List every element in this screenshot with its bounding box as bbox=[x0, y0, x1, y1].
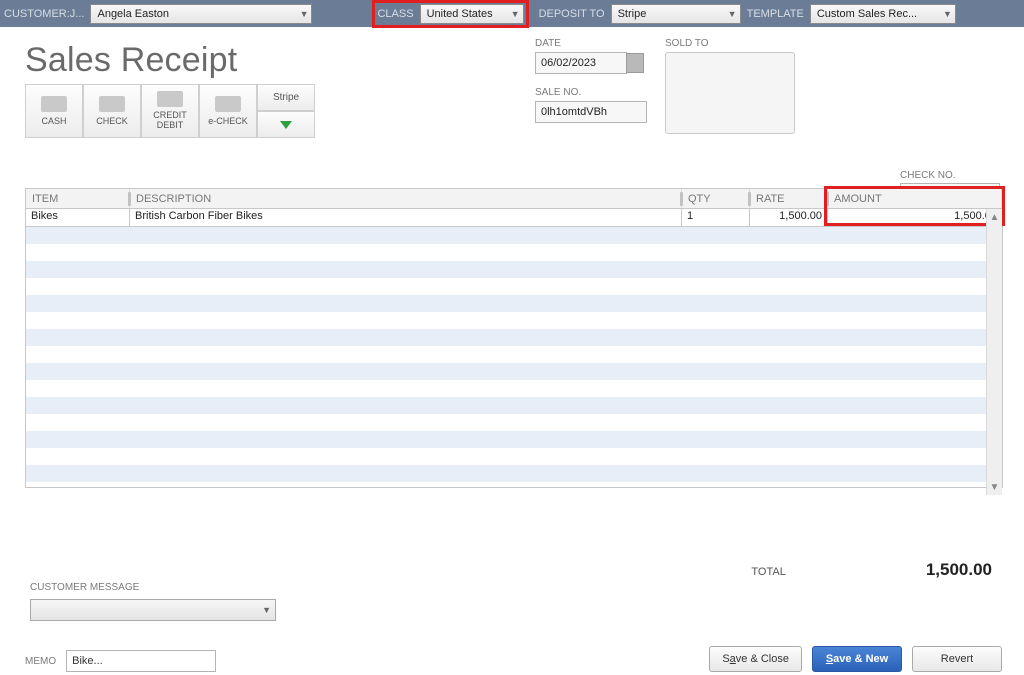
table-row[interactable]: Bikes British Carbon Fiber Bikes 1 1,500… bbox=[26, 209, 1002, 227]
cell-rate: 1,500.00 bbox=[750, 209, 828, 226]
customer-message-label: CUSTOMER MESSAGE bbox=[30, 582, 276, 593]
pay-stripe-label: Stripe bbox=[273, 92, 299, 103]
pay-cash-button[interactable]: CASH bbox=[25, 84, 83, 138]
revert-button[interactable]: Revert bbox=[912, 646, 1002, 672]
chevron-down-icon: ▼ bbox=[300, 9, 309, 19]
scroll-up-icon[interactable]: ▲ bbox=[987, 209, 1002, 225]
echeck-icon bbox=[215, 96, 241, 112]
pay-credit-button[interactable]: CREDIT DEBIT bbox=[141, 84, 199, 138]
page-title: Sales Receipt bbox=[25, 41, 1004, 80]
saleno-label: SALE NO. bbox=[535, 87, 647, 98]
table-row[interactable] bbox=[26, 346, 1002, 363]
table-row[interactable] bbox=[26, 414, 1002, 431]
chevron-down-icon: ▼ bbox=[262, 605, 271, 615]
table-row[interactable] bbox=[26, 397, 1002, 414]
class-value: United States bbox=[427, 8, 493, 20]
memo-label: MEMO bbox=[25, 656, 56, 667]
table-row[interactable] bbox=[26, 329, 1002, 346]
cell-qty: 1 bbox=[682, 209, 750, 226]
deposit-select[interactable]: Stripe ▼ bbox=[611, 4, 741, 24]
table-row[interactable] bbox=[26, 278, 1002, 295]
table-row[interactable] bbox=[26, 261, 1002, 278]
template-label: TEMPLATE bbox=[747, 8, 804, 20]
customer-label: CUSTOMER:J... bbox=[4, 8, 84, 20]
calendar-icon[interactable] bbox=[626, 53, 644, 73]
triangle-down-icon bbox=[280, 121, 292, 129]
class-highlight: CLASS United States ▼ bbox=[372, 0, 528, 28]
pay-check-button[interactable]: CHECK bbox=[83, 84, 141, 138]
scroll-down-icon[interactable]: ▼ bbox=[987, 479, 1002, 495]
cell-item: Bikes bbox=[26, 209, 130, 226]
memo-value: Bike... bbox=[72, 655, 103, 667]
check-icon bbox=[99, 96, 125, 112]
totals: TOTAL 1,500.00 bbox=[751, 560, 992, 580]
grid-scrollbar[interactable]: ▲ ▼ bbox=[986, 209, 1002, 495]
pay-credit-label: CREDIT DEBIT bbox=[142, 111, 198, 131]
credit-card-icon bbox=[157, 91, 183, 107]
top-toolbar: CUSTOMER:J... Angela Easton ▼ CLASS Unit… bbox=[0, 0, 1024, 27]
table-row[interactable] bbox=[26, 295, 1002, 312]
grid-body[interactable]: Bikes British Carbon Fiber Bikes 1 1,500… bbox=[26, 209, 1002, 487]
table-row[interactable] bbox=[26, 448, 1002, 465]
cash-icon bbox=[41, 96, 67, 112]
cell-desc: British Carbon Fiber Bikes bbox=[130, 209, 682, 226]
save-close-button[interactable]: Save & Close bbox=[709, 646, 802, 672]
template-select[interactable]: Custom Sales Rec... ▼ bbox=[810, 4, 956, 24]
line-item-grid: ITEM DESCRIPTION QTY RATE AMOUNT Bikes B… bbox=[25, 188, 1003, 488]
class-label: CLASS bbox=[377, 8, 413, 20]
table-row[interactable] bbox=[26, 431, 1002, 448]
deposit-value: Stripe bbox=[618, 8, 647, 20]
total-label: TOTAL bbox=[751, 566, 785, 578]
saleno-value: 0lh1omtdVBh bbox=[541, 106, 607, 118]
soldto-label: SOLD TO bbox=[665, 38, 795, 49]
grid-header: ITEM DESCRIPTION QTY RATE AMOUNT bbox=[26, 189, 1002, 209]
table-row[interactable] bbox=[26, 312, 1002, 329]
chevron-down-icon: ▼ bbox=[943, 9, 952, 19]
memo-input[interactable]: Bike... bbox=[66, 650, 216, 672]
pay-check-label: CHECK bbox=[96, 116, 128, 126]
saleno-input[interactable]: 0lh1omtdVBh bbox=[535, 101, 647, 123]
soldto-box[interactable] bbox=[665, 52, 795, 134]
col-amount[interactable]: AMOUNT bbox=[828, 189, 1002, 208]
date-input[interactable]: 06/02/2023 bbox=[535, 52, 647, 74]
customer-select[interactable]: Angela Easton ▼ bbox=[90, 4, 312, 24]
deposit-label: DEPOSIT TO bbox=[539, 8, 605, 20]
customer-message-select[interactable]: ▼ bbox=[30, 599, 276, 621]
date-value: 06/02/2023 bbox=[541, 57, 596, 69]
pay-stripe-button[interactable]: Stripe bbox=[257, 84, 315, 111]
save-new-button[interactable]: Save & New bbox=[812, 646, 902, 672]
class-select[interactable]: United States ▼ bbox=[420, 4, 524, 24]
checkno-label: CHECK NO. bbox=[900, 170, 1000, 181]
col-qty[interactable]: QTY bbox=[682, 189, 750, 208]
table-row[interactable] bbox=[26, 380, 1002, 397]
col-item[interactable]: ITEM bbox=[26, 189, 130, 208]
table-row[interactable] bbox=[26, 227, 1002, 244]
chevron-down-icon: ▼ bbox=[728, 9, 737, 19]
table-row[interactable] bbox=[26, 244, 1002, 261]
table-row[interactable] bbox=[26, 465, 1002, 482]
pay-cash-label: CASH bbox=[41, 116, 66, 126]
pay-more-button[interactable] bbox=[257, 111, 315, 138]
total-value: 1,500.00 bbox=[926, 560, 992, 580]
col-rate[interactable]: RATE bbox=[750, 189, 828, 208]
pay-echeck-label: e-CHECK bbox=[208, 116, 248, 126]
template-value: Custom Sales Rec... bbox=[817, 8, 917, 20]
table-row[interactable] bbox=[26, 363, 1002, 380]
chevron-down-icon: ▼ bbox=[511, 9, 520, 19]
customer-value: Angela Easton bbox=[97, 8, 169, 20]
cell-amount: 1,500.00 bbox=[828, 209, 1002, 226]
pay-echeck-button[interactable]: e-CHECK bbox=[199, 84, 257, 138]
payment-method-bar: CASH CHECK CREDIT DEBIT e-CHECK Stripe bbox=[25, 84, 1004, 138]
date-label: DATE bbox=[535, 38, 647, 49]
col-description[interactable]: DESCRIPTION bbox=[130, 189, 682, 208]
